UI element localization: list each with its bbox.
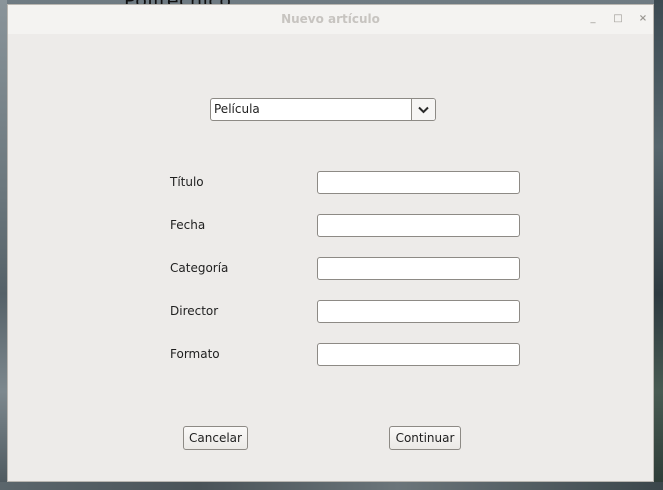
dropdown-button[interactable] bbox=[411, 99, 435, 120]
format-field[interactable] bbox=[317, 343, 520, 366]
desktop-background-bottom bbox=[0, 482, 663, 490]
close-button[interactable]: × bbox=[637, 13, 649, 25]
chevron-down-icon bbox=[418, 106, 429, 114]
article-type-select[interactable]: Película bbox=[210, 98, 436, 121]
date-field[interactable] bbox=[317, 214, 520, 237]
title-label: Título bbox=[170, 175, 204, 189]
maximize-button[interactable]: □ bbox=[612, 13, 624, 25]
category-field[interactable] bbox=[317, 257, 520, 280]
window-title: Nuevo artículo bbox=[281, 12, 380, 26]
title-field[interactable] bbox=[317, 171, 520, 194]
format-label: Formato bbox=[170, 347, 220, 361]
new-article-dialog: Nuevo artículo _ □ × Película Título Fec… bbox=[7, 4, 654, 482]
director-field[interactable] bbox=[317, 300, 520, 323]
date-label: Fecha bbox=[170, 218, 206, 232]
director-label: Director bbox=[170, 304, 219, 318]
minimize-button[interactable]: _ bbox=[587, 13, 599, 25]
category-label: Categoría bbox=[170, 261, 229, 275]
title-bar[interactable]: Nuevo artículo _ □ × bbox=[8, 5, 653, 34]
article-type-value: Película bbox=[214, 102, 260, 116]
cancel-button[interactable]: Cancelar bbox=[183, 426, 248, 450]
continue-button[interactable]: Continuar bbox=[389, 426, 461, 450]
desktop-background-left bbox=[0, 0, 7, 490]
desktop-background-right bbox=[654, 0, 663, 490]
